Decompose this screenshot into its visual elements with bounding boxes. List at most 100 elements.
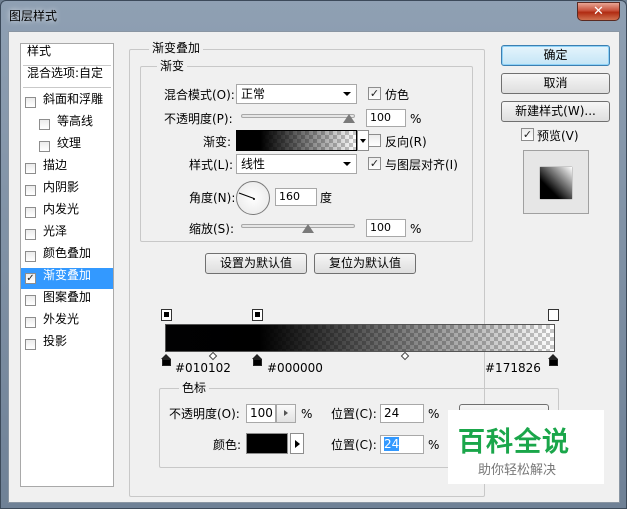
stop-color-location-unit: % <box>428 438 440 452</box>
stop-opacity-input[interactable]: 100 <box>246 404 276 423</box>
dither-checkbox[interactable] <box>368 87 381 100</box>
blend-mode-label: 混合模式(O): <box>164 88 235 102</box>
gradient-ramp[interactable] <box>165 324 555 352</box>
opacity-stop-right[interactable] <box>548 309 559 321</box>
color-stops-title: 色标 <box>179 381 210 395</box>
stop-color-menu-button[interactable] <box>290 433 304 454</box>
color-stop-left[interactable] <box>161 354 172 366</box>
inner-glow-checkbox[interactable] <box>25 207 36 218</box>
sidebar-item-texture[interactable]: 纹理 <box>21 136 113 157</box>
gradient-label: 渐变: <box>203 135 232 149</box>
sidebar-item-label: 纹理 <box>57 136 82 150</box>
sidebar-item-label: 渐变叠加 <box>43 268 92 282</box>
angle-dial-needle <box>238 192 255 199</box>
gradient-overlay-checkbox[interactable]: ✓ <box>25 273 36 284</box>
set-default-button[interactable]: 设置为默认值 <box>205 253 307 274</box>
sidebar-item-contour[interactable]: 等高线 <box>21 114 113 135</box>
color-stop-right[interactable] <box>548 354 559 366</box>
scale-label: 缩放(S): <box>189 222 235 236</box>
gradient-preview-swatch[interactable] <box>236 130 357 151</box>
new-style-button[interactable]: 新建样式(W)... <box>501 101 610 122</box>
watermark-logo: 百科全说 助你轻松解决 <box>448 410 604 484</box>
sidebar-item-label: 等高线 <box>57 114 94 128</box>
pattern-overlay-checkbox[interactable] <box>25 295 36 306</box>
sidebar-item-bevel[interactable]: 斜面和浮雕 <box>21 92 113 113</box>
watermark-title: 百科全说 <box>458 427 570 458</box>
sidebar-item-color-overlay[interactable]: 颜色叠加 <box>21 246 113 267</box>
blend-mode-value: 正常 <box>241 87 266 101</box>
close-button[interactable]: ✕ <box>577 2 620 21</box>
gradient-group-title: 渐变 <box>157 59 188 73</box>
sidebar-item-outer-glow[interactable]: 外发光 <box>21 312 113 333</box>
satin-checkbox[interactable] <box>25 229 36 240</box>
bevel-checkbox[interactable] <box>25 97 36 108</box>
stop-opacity-location-input[interactable]: 24 <box>380 404 424 423</box>
blend-options-item[interactable]: 混合选项:自定 <box>21 66 113 87</box>
opacity-unit: % <box>410 112 422 126</box>
sidebar-item-stroke[interactable]: 描边 <box>21 158 113 179</box>
chevron-right-icon <box>284 410 288 416</box>
sidebar-item-label: 斜面和浮雕 <box>43 92 104 106</box>
style-select[interactable]: 线性 <box>236 154 357 174</box>
angle-label: 角度(N): <box>189 191 236 205</box>
scale-slider-thumb[interactable] <box>302 224 314 233</box>
sidebar-item-pattern-overlay[interactable]: 图案叠加 <box>21 290 113 311</box>
stop-opacity-unit: % <box>301 407 313 421</box>
scale-unit: % <box>410 222 422 236</box>
opacity-slider-thumb[interactable] <box>343 114 355 123</box>
gradient-overlay-title: 渐变叠加 <box>149 41 204 55</box>
outer-glow-checkbox[interactable] <box>25 317 36 328</box>
ok-button[interactable]: 确定 <box>501 45 610 66</box>
stop-opacity-location-label: 位置(C): <box>331 407 377 421</box>
chevron-down-icon <box>343 162 351 166</box>
styles-header[interactable]: 样式 <box>21 44 113 65</box>
sidebar-item-satin[interactable]: 光泽 <box>21 224 113 245</box>
style-preview-thumbnail <box>523 150 589 214</box>
opacity-label: 不透明度(P): <box>164 112 233 126</box>
color-stop-mid[interactable] <box>252 354 263 366</box>
scale-slider-track[interactable] <box>241 224 355 228</box>
angle-dial[interactable] <box>236 181 270 215</box>
contour-checkbox[interactable] <box>39 119 50 130</box>
opacity-stop-mid[interactable] <box>252 309 263 321</box>
sidebar-item-label: 图案叠加 <box>43 290 92 304</box>
sidebar-item-gradient-overlay[interactable]: ✓ 渐变叠加 <box>21 268 113 289</box>
cancel-button[interactable]: 取消 <box>501 73 610 94</box>
sidebar-item-label: 描边 <box>43 158 68 172</box>
stop-color-swatch[interactable] <box>246 433 288 454</box>
stop-opacity-spin-button[interactable] <box>276 404 296 423</box>
styles-list: 样式 混合选项:自定 斜面和浮雕 等高线 纹理 描边 内阴影 内发光 光泽 颜色… <box>20 43 114 487</box>
sidebar-item-drop-shadow[interactable]: 投影 <box>21 334 113 355</box>
stop-color-location-label: 位置(C): <box>331 438 377 452</box>
reset-default-button[interactable]: 复位为默认值 <box>314 253 416 274</box>
inner-shadow-checkbox[interactable] <box>25 185 36 196</box>
opacity-input[interactable]: 100 <box>366 109 406 127</box>
blend-options-label: 混合选项:自定 <box>27 66 104 80</box>
chevron-right-icon <box>295 440 300 448</box>
chevron-down-icon <box>343 92 351 96</box>
color-overlay-checkbox[interactable] <box>25 251 36 262</box>
reverse-label: 反向(R) <box>385 135 427 149</box>
stop-color-label: 颜色: <box>213 438 242 452</box>
preview-checkbox[interactable] <box>521 128 534 141</box>
opacity-slider-track[interactable] <box>241 114 355 118</box>
title-bar: 图层样式 ✕ <box>1 1 626 29</box>
align-layer-checkbox[interactable] <box>368 157 381 170</box>
blend-mode-select[interactable]: 正常 <box>236 84 357 104</box>
color-stop-right-hex: #171826 <box>485 361 541 375</box>
stop-color-location-input[interactable]: 24 <box>380 435 424 454</box>
opacity-stop-left[interactable] <box>161 309 172 321</box>
watermark-subtitle: 助你轻松解决 <box>478 463 557 478</box>
stroke-checkbox[interactable] <box>25 163 36 174</box>
style-value: 线性 <box>241 157 266 171</box>
stop-opacity-label: 不透明度(O): <box>169 407 240 421</box>
reverse-checkbox[interactable] <box>368 134 381 147</box>
sidebar-item-inner-shadow[interactable]: 内阴影 <box>21 180 113 201</box>
sidebar-item-inner-glow[interactable]: 内发光 <box>21 202 113 223</box>
scale-input[interactable]: 100 <box>366 219 406 237</box>
texture-checkbox[interactable] <box>39 141 50 152</box>
color-stop-left-hex: #010102 <box>175 361 231 375</box>
drop-shadow-checkbox[interactable] <box>25 339 36 350</box>
angle-input[interactable]: 160 <box>275 188 317 206</box>
sidebar-item-label: 颜色叠加 <box>43 246 92 260</box>
